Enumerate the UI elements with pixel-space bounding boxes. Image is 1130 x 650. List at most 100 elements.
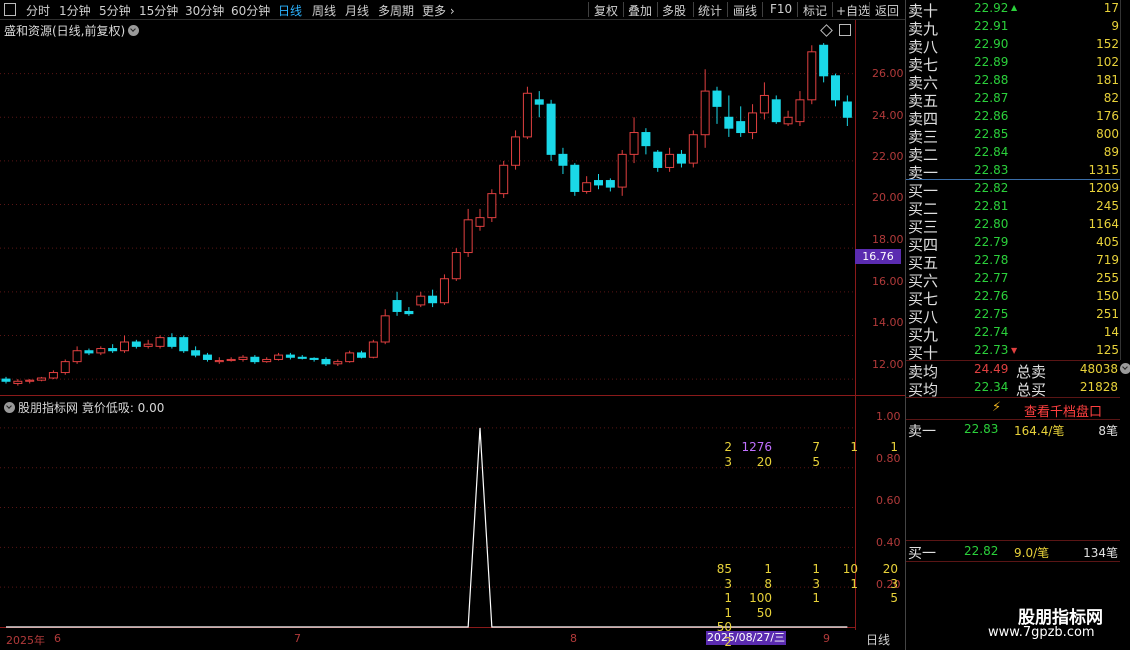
candle (807, 45, 817, 105)
candle (357, 350, 366, 359)
queue-cell: 5 (890, 591, 898, 605)
order-row[interactable]: 买四 22.79 405 (906, 234, 1121, 254)
queue-cell: 7 (812, 440, 820, 454)
y-tick: 14.00 (872, 316, 904, 329)
order-volume: 152 (1096, 37, 1119, 51)
candle (48, 370, 58, 380)
side-circle-icon[interactable] (1120, 362, 1130, 392)
candle (179, 335, 189, 353)
candle (131, 339, 141, 349)
candle (1, 376, 11, 384)
level2-link[interactable]: 查看千档盘口 (1024, 401, 1102, 420)
y-tick: 0.40 (876, 536, 901, 549)
queue-cell: 3 (724, 454, 732, 469)
order-row[interactable]: 买九 22.74 14 (906, 324, 1121, 344)
candle (404, 307, 414, 316)
order-row[interactable]: 卖七 22.89 102 (906, 54, 1121, 74)
divider (906, 397, 1120, 398)
candle (487, 189, 497, 222)
y-tick: 24.00 (872, 109, 904, 122)
order-row[interactable]: 买二 22.81 245 (906, 198, 1121, 218)
candle (96, 346, 106, 356)
candle (594, 174, 603, 190)
candle (653, 150, 663, 172)
candle (641, 128, 651, 155)
date-label: 7 (294, 632, 301, 645)
order-price: 22.83 (974, 163, 1009, 177)
order-volume: 800 (1096, 127, 1119, 141)
candle (724, 95, 734, 137)
candle (771, 95, 781, 124)
side-scroll-strip[interactable] (1120, 0, 1130, 360)
candle (72, 346, 82, 364)
order-volume: 1209 (1088, 181, 1119, 195)
queue-cell: 1 (812, 562, 820, 576)
candle (534, 91, 544, 118)
candle (700, 69, 710, 148)
order-row[interactable]: 买六 22.77 255 (906, 270, 1121, 290)
down-arrow-icon: ▼ (1011, 346, 1018, 355)
queue-cell: 3 (724, 576, 732, 591)
candle (274, 352, 284, 361)
sell1-label: 卖一 (908, 424, 936, 440)
order-row[interactable]: 卖三 22.85 800 (906, 126, 1121, 146)
candle (759, 82, 769, 120)
order-row[interactable]: 买三 22.80 1164 (906, 216, 1121, 236)
candle (345, 350, 355, 363)
candle (214, 357, 224, 364)
order-row[interactable]: 卖六 22.88 181 (906, 72, 1121, 92)
candle (309, 357, 319, 362)
order-volume: 82 (1103, 91, 1119, 105)
order-price: 22.76 (974, 289, 1009, 303)
queue-cell: 1276 (741, 440, 772, 454)
queue-cell: 20 (756, 454, 772, 469)
average-prices: 卖均 24.49 总卖 48038 买均 22.34 总买 21828 (906, 361, 1120, 399)
queue-cell: 1 (812, 591, 820, 605)
queue-cell: 100 (749, 591, 772, 605)
period-label[interactable]: 日线 (866, 631, 890, 648)
order-row[interactable]: 卖四 22.86 176 (906, 108, 1121, 128)
queue-cell: 50 (756, 605, 772, 620)
order-price: 22.85 (974, 127, 1009, 141)
y-tick: 22.00 (872, 150, 904, 163)
order-row[interactable]: 卖九 22.91 9 (906, 18, 1121, 38)
y-tick: 26.00 (872, 67, 904, 80)
queue-cell: 2 (724, 634, 732, 649)
candle (250, 355, 260, 364)
kline-chart[interactable] (0, 0, 905, 650)
y-tick: 18.00 (872, 233, 904, 246)
queue-cell: 2 (724, 440, 732, 454)
order-volume: 9 (1111, 19, 1119, 33)
divider (906, 540, 1120, 541)
order-row[interactable]: 买八 22.75 251 (906, 306, 1121, 326)
candle (451, 248, 461, 281)
date-label: 9 (823, 632, 830, 645)
order-row[interactable]: 买五 22.78 719 (906, 252, 1121, 272)
candle (546, 99, 556, 161)
order-price: 22.90 (974, 37, 1009, 51)
order-row[interactable]: 买一 22.82 1209 (906, 180, 1121, 200)
candle (511, 130, 521, 170)
queue-cell: 3 (890, 576, 898, 591)
candle (463, 208, 473, 257)
queue-cell: 3 (812, 576, 820, 591)
order-price: 22.89 (974, 55, 1009, 69)
lightning-icon: ⚡ (992, 400, 1002, 415)
candle (582, 176, 592, 194)
buy1-amount: 9.0/笔 (1014, 546, 1050, 560)
order-row[interactable]: 买七 22.76 150 (906, 288, 1121, 308)
candle (819, 43, 829, 83)
candle (60, 359, 70, 375)
date-label: 2025年 (6, 634, 45, 647)
queue-cell: 1 (764, 562, 772, 576)
order-row[interactable]: 卖二 22.84 89 (906, 144, 1121, 164)
total-sell-value: 48038 (1079, 362, 1118, 376)
order-price: 22.84 (974, 145, 1009, 159)
candle (499, 160, 509, 198)
candle (155, 335, 165, 349)
order-row[interactable]: 卖五 22.87 82 (906, 90, 1121, 110)
order-row[interactable]: 卖一 22.83 1315 (906, 162, 1121, 182)
queue-cell: 85 (716, 562, 732, 576)
order-row[interactable]: 卖八 22.90 152 (906, 36, 1121, 56)
candle (795, 91, 805, 126)
